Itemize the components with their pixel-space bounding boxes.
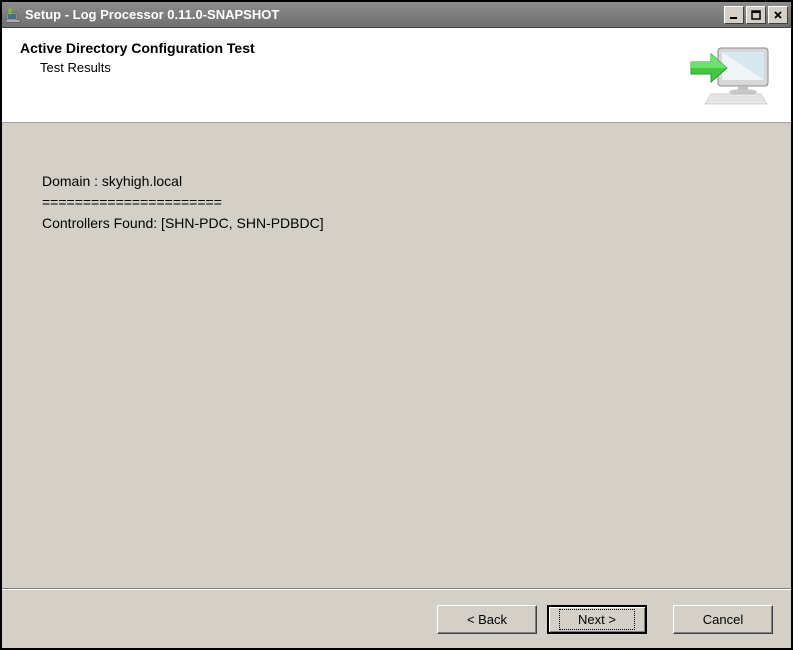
next-button[interactable]: Next > [547,605,647,634]
titlebar-title: Setup - Log Processor 0.11.0-SNAPSHOT [25,7,722,22]
cancel-button-label: Cancel [703,612,743,627]
page-title: Active Directory Configuration Test [20,40,683,56]
app-icon [5,7,21,23]
close-button[interactable] [768,6,788,24]
next-button-label: Next > [559,609,635,630]
content-area: Domain : skyhigh.local =================… [2,123,791,588]
wizard-header: Active Directory Configuration Test Test… [2,28,791,123]
back-button-label: < Back [467,612,507,627]
test-results-text: Domain : skyhigh.local =================… [42,171,751,234]
installer-icon [683,40,773,110]
header-text: Active Directory Configuration Test Test… [20,40,683,75]
maximize-button[interactable] [746,6,766,24]
titlebar[interactable]: Setup - Log Processor 0.11.0-SNAPSHOT [2,2,791,28]
result-divider: ====================== [42,194,222,210]
result-domain: Domain : skyhigh.local [42,173,182,189]
page-subtitle: Test Results [40,60,683,75]
window-controls [722,6,788,24]
button-bar: < Back Next > Cancel [2,590,791,648]
minimize-button[interactable] [724,6,744,24]
result-controllers: Controllers Found: [SHN-PDC, SHN-PDBDC] [42,215,324,231]
back-button[interactable]: < Back [437,605,537,634]
cancel-button[interactable]: Cancel [673,605,773,634]
setup-window: Setup - Log Processor 0.11.0-SNAPSHOT Ac… [0,0,793,650]
